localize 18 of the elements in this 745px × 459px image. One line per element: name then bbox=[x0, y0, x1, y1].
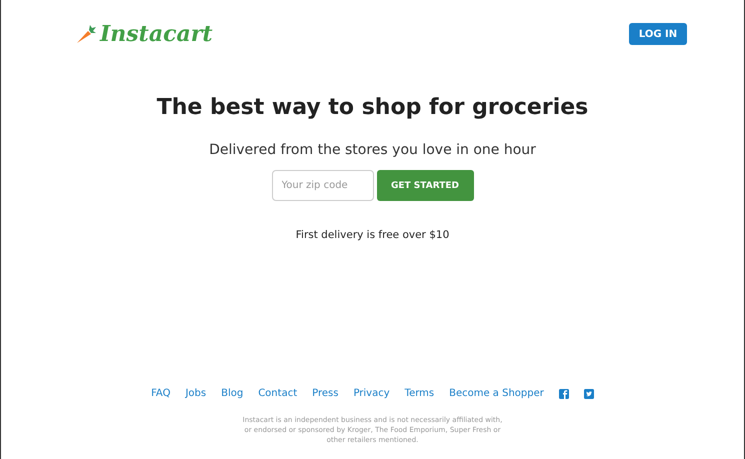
footer-link[interactable]: Jobs bbox=[185, 388, 206, 399]
get-started-button[interactable]: GET STARTED bbox=[376, 170, 474, 201]
footer-link[interactable]: Privacy bbox=[353, 388, 390, 399]
footer-link[interactable]: Press bbox=[312, 388, 338, 399]
facebook-icon[interactable] bbox=[558, 388, 569, 398]
carrot-icon bbox=[75, 24, 97, 44]
footer-link[interactable]: Become a Shopper bbox=[449, 388, 544, 399]
logo-wordmark[interactable]: Instacart bbox=[100, 21, 212, 47]
headline: The best way to shop for groceries bbox=[156, 95, 588, 120]
subtitle: Delivered from the stores you love in one hour bbox=[209, 142, 536, 158]
twitter-icon[interactable] bbox=[584, 388, 594, 398]
footer-link[interactable]: FAQ bbox=[151, 388, 170, 399]
free-delivery-note: First delivery is free over $10 bbox=[296, 229, 450, 241]
footer-link[interactable]: Terms bbox=[404, 388, 434, 399]
zip-code-field[interactable]: Your zip code bbox=[272, 170, 374, 201]
footer-link[interactable]: Contact bbox=[258, 388, 298, 399]
log-in-button[interactable]: LOG IN bbox=[629, 23, 687, 45]
footer-link[interactable]: Blog bbox=[221, 388, 244, 399]
